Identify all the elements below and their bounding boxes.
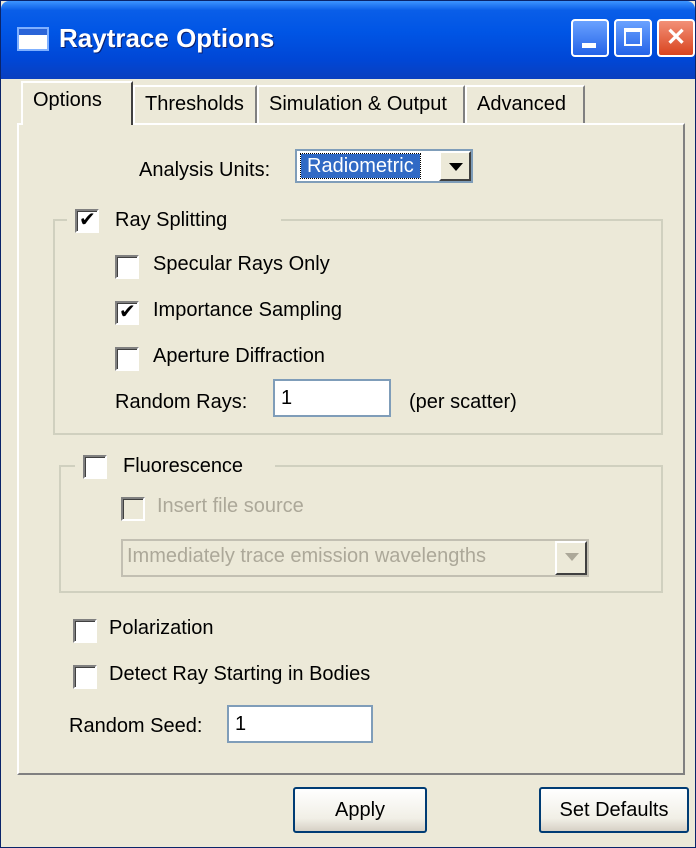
trace-mode-select[interactable]: Immediately trace emission wavelengths [121,539,589,577]
minimize-icon [582,43,596,48]
raytrace-options-window: Raytrace Options ✕ Options Thresholds Si… [0,0,696,848]
fluorescence-group: Fluorescence Insert file source Immediat… [59,453,663,593]
apply-button-label: Apply [334,799,386,821]
tab-options[interactable]: Options [21,81,133,125]
window-title: Raytrace Options [59,23,275,53]
analysis-units-label: Analysis Units: [139,159,271,181]
aperture-diffraction-checkbox[interactable] [115,347,139,371]
fluorescence-label: Fluorescence [123,455,244,477]
chevron-down-icon[interactable] [439,151,471,181]
polarization-checkbox[interactable] [73,619,97,643]
random-seed-input[interactable]: 1 [227,705,373,743]
ray-splitting-checkbox[interactable] [75,207,99,233]
trace-mode-value: Immediately trace emission wavelengths [127,545,487,567]
specular-rays-only-checkbox[interactable] [115,255,139,279]
ray-splitting-legend: Ray Splitting [67,207,281,237]
minimize-button[interactable] [571,19,609,57]
maximize-button[interactable] [614,19,652,57]
insert-file-source-label: Insert file source [157,495,304,517]
apply-button[interactable]: Apply [293,787,427,833]
close-button[interactable]: ✕ [657,19,695,57]
tab-advanced[interactable]: Advanced [465,85,585,123]
fluorescence-checkbox[interactable] [83,455,107,479]
random-rays-label: Random Rays: [115,391,248,413]
polarization-label: Polarization [109,617,214,639]
close-icon: ✕ [665,24,687,51]
ray-splitting-group: Ray Splitting Specular Rays Only Importa… [53,207,663,435]
options-panel: Analysis Units: Radiometric Ray Splittin… [17,123,685,775]
title-bar[interactable]: Raytrace Options ✕ [1,1,695,79]
chevron-down-icon[interactable] [555,541,587,575]
aperture-diffraction-label: Aperture Diffraction [153,345,325,367]
detect-ray-starting-checkbox[interactable] [73,665,97,689]
random-rays-input[interactable]: 1 [273,379,391,417]
detect-ray-starting-label: Detect Ray Starting in Bodies [109,663,371,685]
random-seed-label: Random Seed: [69,715,203,737]
ray-splitting-label: Ray Splitting [115,209,228,231]
set-defaults-button-label: Set Defaults [559,799,669,821]
insert-file-source-checkbox[interactable] [121,497,145,521]
specular-rays-only-label: Specular Rays Only [153,253,330,275]
random-rays-suffix: (per scatter) [409,391,517,413]
importance-sampling-checkbox[interactable] [115,299,139,325]
tab-thresholds[interactable]: Thresholds [133,85,257,123]
set-defaults-button[interactable]: Set Defaults [539,787,689,833]
maximize-icon [624,28,642,46]
analysis-units-select[interactable]: Radiometric [295,149,473,183]
importance-sampling-label: Importance Sampling [153,299,342,321]
window-icon [17,27,49,51]
tab-simulation-output[interactable]: Simulation & Output [257,85,465,123]
analysis-units-value: Radiometric [300,153,421,179]
fluorescence-legend: Fluorescence [75,453,275,483]
